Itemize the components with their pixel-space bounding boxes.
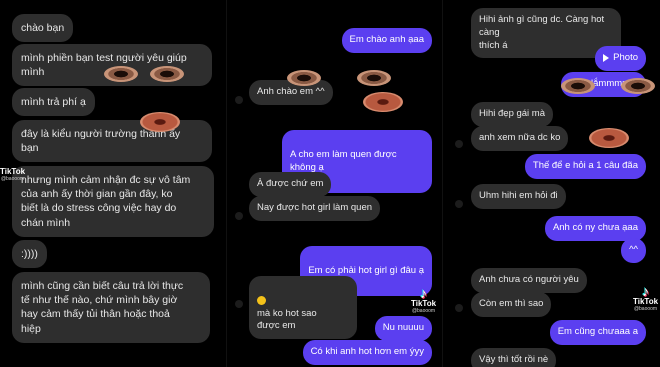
message-bubble[interactable]: Em chào anh ạaa [341,28,432,53]
message-bubble[interactable]: Em cũng chưaaa a [549,320,646,345]
message-bubble[interactable]: mà ko hot sao được em [249,276,357,340]
message-text: A cho em làm quen được không ạ [290,148,397,173]
message-bubble[interactable]: chào bạn [12,14,74,43]
chat-panel-left: chào bạn mình phiền bạn test người yêu g… [0,0,226,367]
tiktok-watermark: ♪ TikTok @baooom [633,284,658,312]
eye-sticker [357,70,391,86]
message-bubble[interactable]: :)))) [12,240,47,269]
chat-panel-middle: Em chào anh ạaa Anh chào em ^^ A cho em … [226,0,442,367]
tiktok-handle: @baooom [0,175,25,182]
tiktok-handle: @baooom [411,307,436,314]
tiktok-handle: @baooom [633,305,658,312]
message-bubble[interactable]: anh xem nữa dc ko [471,126,569,151]
message-bubble[interactable]: nhưng mình cảm nhận đc sự vô tâm của anh… [12,166,214,237]
tiktok-watermark: ♪ TikTok @baooom [411,286,436,314]
avatar [235,96,243,104]
message-bubble[interactable]: Có khi anh hot hơn em ýyy [302,340,432,365]
tiktok-logo-icon: ♪ [420,285,428,301]
message-bubble[interactable]: Hihi đẹp gái mà [471,102,554,127]
message-bubble[interactable]: mình trả phí ạ [12,88,95,117]
photo-message[interactable]: Photo [595,46,646,71]
message-text: Photo [613,52,638,63]
play-icon [603,54,610,63]
tiktok-logo-icon: ♪ [642,283,650,299]
avatar [455,200,463,208]
message-text: Em có phải hot girl gì đâu ạ [308,264,424,276]
message-bubble[interactable]: Nu nuuuu [374,316,432,341]
message-bubble[interactable]: Uhm hihi em hỏi đi [471,184,566,209]
message-bubble[interactable]: Anh chưa có người yêu [471,268,587,293]
eye-sticker [621,78,655,94]
avatar [235,300,243,308]
avatar [235,212,243,220]
eye-sticker [561,78,595,94]
lips-sticker [589,128,629,148]
emoji-icon [257,295,266,305]
message-bubble[interactable]: Còn em thì sao [471,292,552,317]
avatar [455,304,463,312]
message-bubble[interactable]: ^^ [621,238,646,263]
message-text: mà ko hot sao được em [257,307,317,332]
message-bubble[interactable]: Anh chào em ^^ [249,80,333,105]
eye-sticker [287,70,321,86]
message-bubble[interactable]: Nay được hot girl làm quen [249,196,381,221]
eye-sticker [104,66,138,82]
message-bubble[interactable]: Vậy thì tốt rồi nè [471,348,557,367]
message-bubble[interactable]: À được chứ em [249,172,332,197]
chat-panel-right: Hihi ảnh gì cũng dc. Càng hot càng thích… [442,0,660,367]
message-bubble[interactable]: Thế để e hỏi a 1 câu đãa [524,154,646,179]
lips-sticker [140,112,180,132]
lips-sticker [363,92,403,112]
avatar [455,140,463,148]
tiktok-watermark: TikTok @baooom [0,167,25,182]
message-bubble[interactable]: đây là kiểu người trường thành ấy bạn [12,120,212,163]
message-bubble[interactable]: mình cũng cần biết câu trả lời thực tế n… [12,272,210,343]
eye-sticker [150,66,184,82]
